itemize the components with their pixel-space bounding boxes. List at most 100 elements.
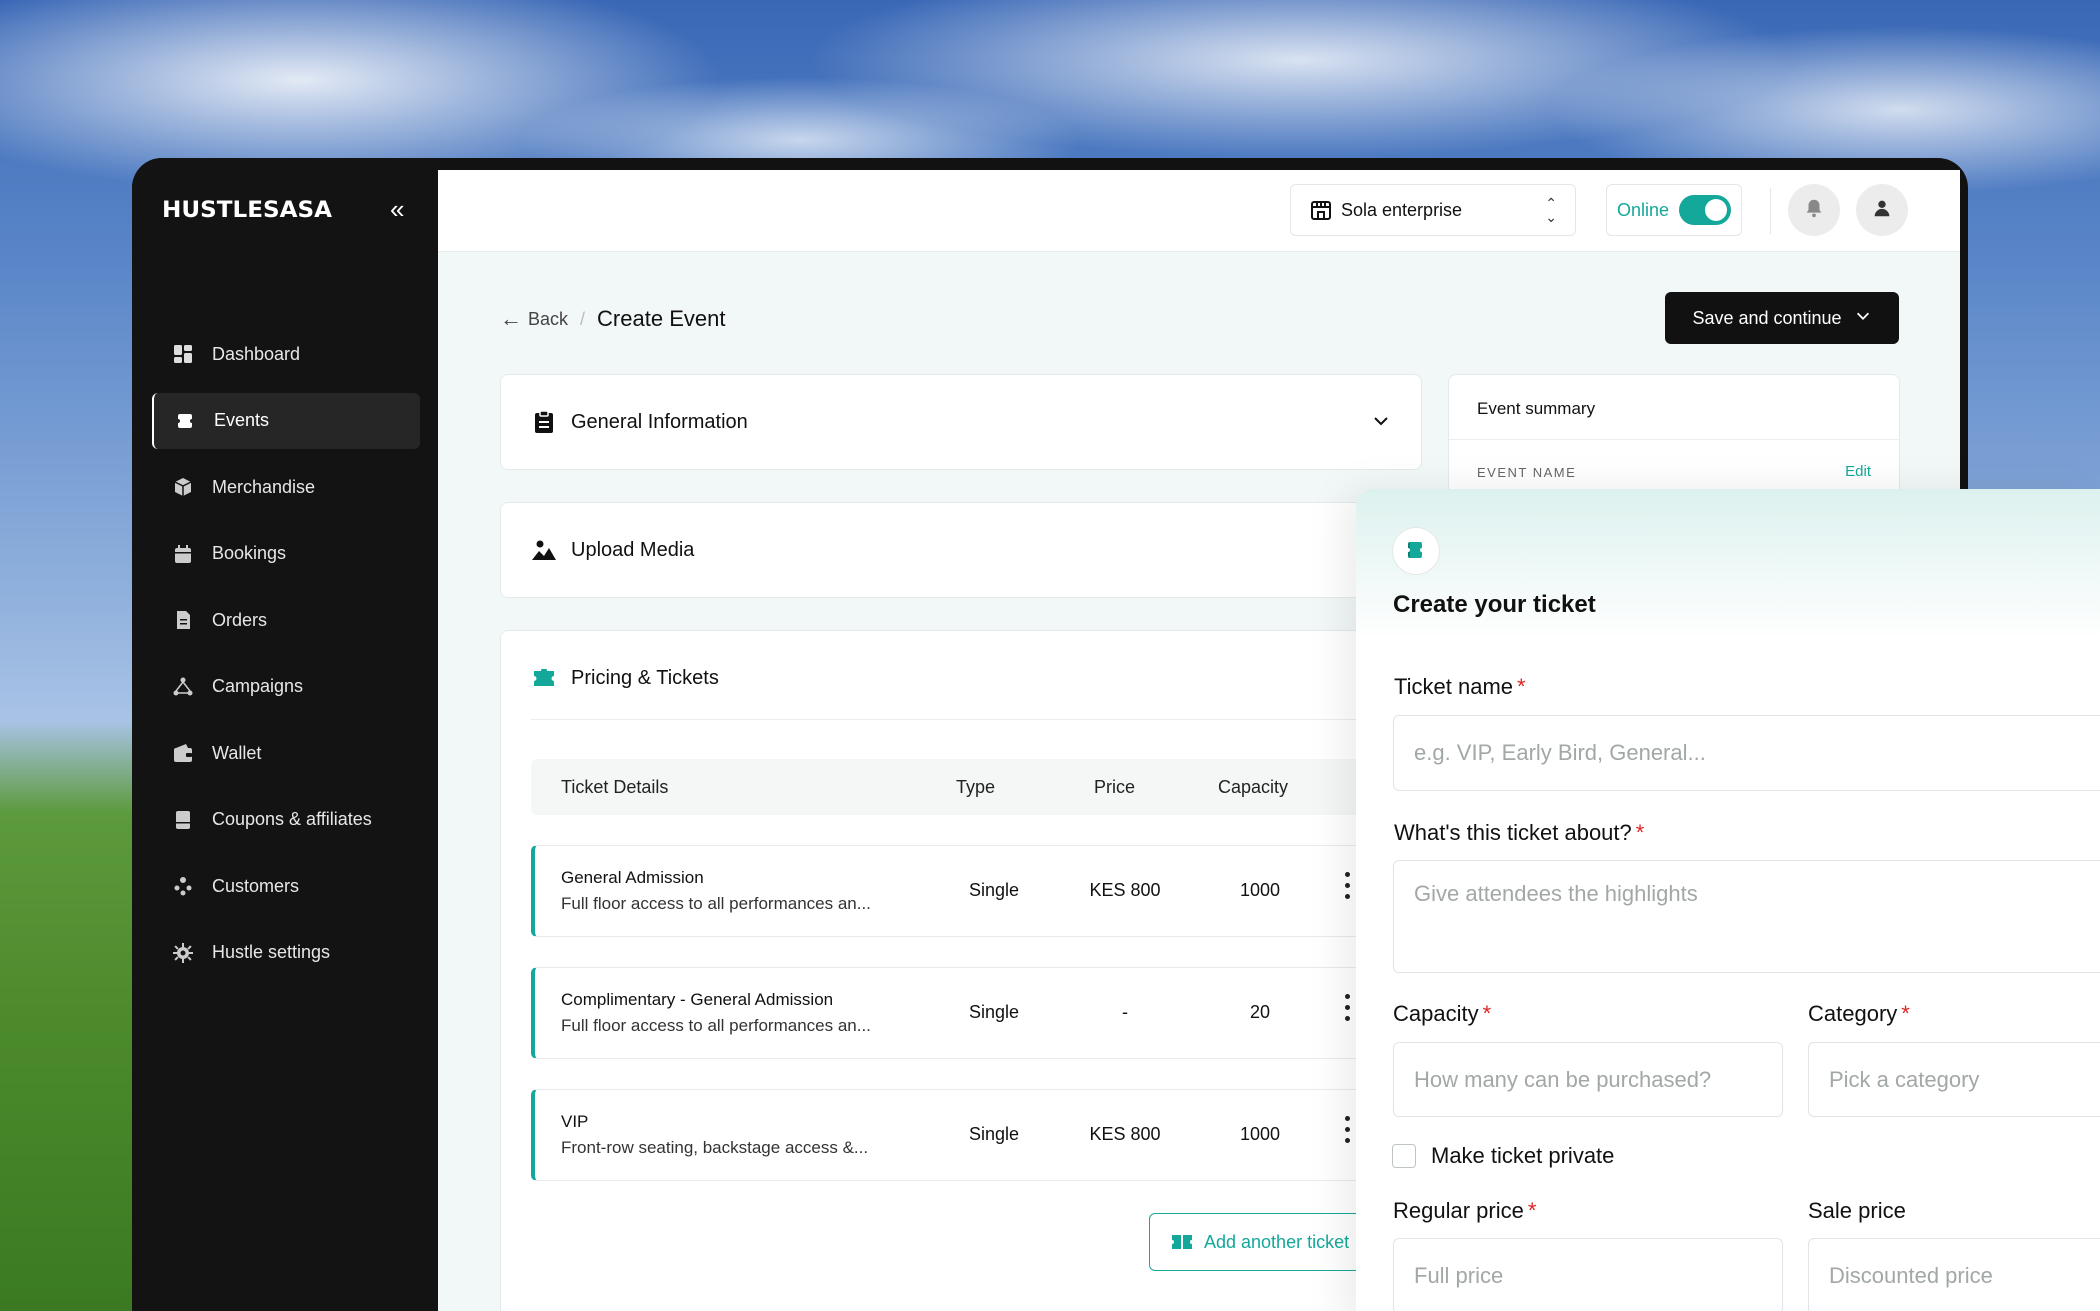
ticket-capacity: 20 [1249,1002,1271,1022]
back-link[interactable]: ← Back [500,306,568,332]
add-another-ticket-label: Add another ticket [1204,1231,1350,1252]
events-icon [174,410,196,432]
make-private-label[interactable]: Make ticket private [1431,1143,1614,1169]
capacity-label: Capacity * [1393,1001,1491,1027]
row-menu-icon[interactable] [1343,1116,1351,1143]
sidebar-item-campaigns[interactable]: Campaigns [152,659,420,715]
sidebar-item-label: Customers [212,875,300,896]
row-menu-icon[interactable] [1343,994,1351,1021]
clipboard-icon [531,409,557,435]
ticket-description: Full floor access to all performances an… [561,1016,871,1035]
regular-price-placeholder: Full price [1414,1263,1504,1288]
collapse-sidebar-icon[interactable]: « [390,194,404,224]
ticket-type: Single [968,1002,1020,1022]
ticket-name-label: Ticket name * [1394,674,1526,700]
ticket-price: - [1122,1002,1128,1022]
table-row[interactable]: Complimentary - General Admission Full f… [531,967,1391,1059]
sidebar-item-bookings[interactable]: Bookings [152,526,420,582]
ticket-about-label: What's this ticket about? * [1394,820,1644,846]
bell-icon [1803,197,1825,224]
sidebar-item-hustle-settings[interactable]: Hustle settings [152,925,420,981]
upload-media-section[interactable]: Upload Media [500,502,1422,598]
breadcrumb: ← Back / Create Event [500,306,725,332]
capacity-input[interactable]: How many can be purchased? [1393,1042,1783,1117]
regular-price-label-text: Regular price [1393,1198,1524,1223]
calendar-icon [172,543,194,565]
col-type: Type [956,777,996,797]
ticket-name-input[interactable]: e.g. VIP, Early Bird, General... [1393,715,2100,791]
sidebar: HUSTLESASA « Dashboard Events Merchandis… [132,158,438,1311]
ticket-name: Complimentary - General Admission [561,990,834,1009]
online-label: Online [1617,199,1670,220]
chevron-down-icon[interactable] [1371,411,1391,436]
sale-price-input[interactable]: Discounted price [1808,1238,2100,1311]
create-ticket-title: Create your ticket [1393,591,1596,618]
upload-media-title: Upload Media [571,538,695,561]
ticket-capacity: 1000 [1239,880,1281,900]
ticket-about-textarea[interactable]: Give attendees the highlights [1393,860,2100,973]
sidebar-item-label: Merchandise [212,476,316,497]
dashboard-icon [172,343,194,365]
sidebar-item-customers[interactable]: Customers [152,858,420,914]
ticket-icon [1170,1230,1194,1254]
sidebar-item-events[interactable]: Events [152,392,420,449]
sidebar-item-label: Campaigns [212,676,304,696]
app-logo: HUSTLESASA [162,198,333,223]
general-information-section[interactable]: General Information [500,374,1422,470]
topbar-divider [1770,188,1771,234]
category-select[interactable]: Pick a category [1808,1042,2100,1117]
organization-name: Sola enterprise [1341,199,1463,220]
ticket-icon [1392,527,1440,575]
table-row[interactable]: VIP Front-row seating, backstage access … [531,1089,1391,1181]
chevron-down-icon [1854,307,1872,330]
avatar[interactable] [1856,184,1908,236]
gear-icon [172,942,194,964]
save-and-continue-button[interactable]: Save and continue [1665,292,1899,344]
add-another-ticket-button[interactable]: Add another ticket [1149,1213,1369,1271]
sidebar-item-dashboard[interactable]: Dashboard [152,326,420,382]
sidebar-item-label: Coupons & affiliates [212,809,372,829]
arrow-left-icon: ← [500,306,522,331]
row-menu-icon[interactable] [1343,872,1351,899]
chevron-updown-icon: ⌃ ⌄ [1545,195,1557,225]
store-icon [1309,198,1333,222]
topbar: Sola enterprise ⌃ ⌄ Online [438,170,1960,252]
tickets-table-header: Ticket Details Type Price Capacity [531,759,1391,815]
save-label: Save and continue [1692,307,1842,328]
edit-event-name-link[interactable]: Edit [1845,463,1871,480]
category-placeholder: Pick a category [1829,1066,1980,1092]
regular-price-input[interactable]: Full price [1393,1238,1783,1311]
pricing-tickets-title: Pricing & Tickets [571,666,719,689]
sidebar-item-label: Dashboard [212,343,301,364]
sidebar-item-wallet[interactable]: Wallet [152,725,420,781]
category-label: Category * [1808,1001,1910,1027]
table-row[interactable]: General Admission Full floor access to a… [531,845,1391,937]
ticket-type: Single [968,880,1020,900]
online-toggle[interactable] [1679,195,1731,225]
organization-select[interactable]: Sola enterprise ⌃ ⌄ [1290,184,1576,236]
required-mark: * [1635,820,1645,845]
sidebar-item-label: Hustle settings [212,942,331,962]
sidebar-item-orders[interactable]: Orders [152,592,420,648]
ticket-capacity: 1000 [1239,1124,1281,1144]
summary-divider [1449,439,1899,440]
sale-price-placeholder: Discounted price [1829,1263,1993,1288]
make-private-checkbox[interactable] [1392,1144,1416,1168]
box-icon [172,476,194,498]
page-title: Create Event [597,306,726,331]
online-status: Online [1606,184,1742,236]
pricing-tickets-section: Pricing & Tickets Ticket Details Type Pr… [500,630,1423,1311]
notifications-button[interactable] [1788,184,1840,236]
general-information-header: General Information [531,409,748,435]
image-icon [531,537,557,563]
pricing-tickets-header: Pricing & Tickets [531,665,719,691]
section-divider [531,719,1423,720]
sidebar-item-coupons[interactable]: Coupons & affiliates [152,792,420,848]
ticket-name-placeholder: e.g. VIP, Early Bird, General... [1414,740,1706,765]
ticket-type: Single [968,1124,1020,1144]
capacity-label-text: Capacity [1393,1001,1479,1026]
create-ticket-panel: Create your ticket Ticket name * e.g. VIP… [1356,489,2100,1311]
ticket-name-label-text: Ticket name [1394,674,1514,699]
sidebar-item-label: Bookings [212,543,287,563]
sidebar-item-merchandise[interactable]: Merchandise [152,459,420,515]
